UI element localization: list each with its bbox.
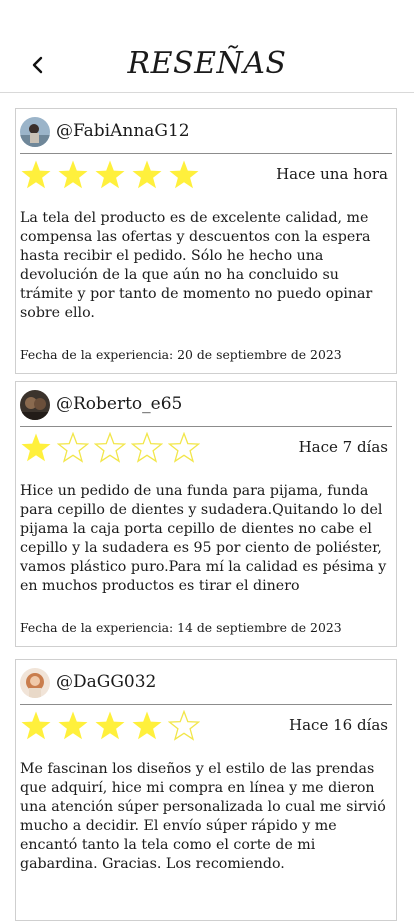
page-header: RESEÑAS xyxy=(0,0,414,93)
review-username[interactable]: @DaGG032 xyxy=(56,672,156,692)
star-filled-icon xyxy=(95,711,125,740)
star-filled-icon xyxy=(95,160,125,189)
review-date: Fecha de la experiencia: 14 de septiembr… xyxy=(20,620,342,635)
avatar[interactable] xyxy=(20,668,50,698)
star-filled-icon xyxy=(21,711,51,740)
avatar[interactable] xyxy=(20,390,50,420)
star-filled-icon xyxy=(169,160,199,189)
review-time: Hace 7 días xyxy=(298,438,388,456)
review-text: La tela del producto es de excelente cal… xyxy=(20,210,373,321)
review-user-row: @Roberto_e65 xyxy=(20,388,392,427)
review-user-row: @DaGG032 xyxy=(20,666,392,705)
review-text: Me fascinan los diseños y el estilo de l… xyxy=(20,761,386,872)
star-empty-icon xyxy=(94,432,126,463)
review-user-row: @FabiAnnaG12 xyxy=(20,115,392,154)
review-time: Hace una hora xyxy=(276,165,388,183)
star-empty-icon xyxy=(131,432,163,463)
review-time: Hace 16 días xyxy=(289,716,388,734)
review-card: @FabiAnnaG12 Hace una hora La tela del p… xyxy=(15,108,397,374)
star-filled-icon xyxy=(58,711,88,740)
star-rating xyxy=(20,432,205,468)
review-card: @DaGG032 Hace 16 días Me fascinan los di… xyxy=(15,659,397,921)
star-filled-icon xyxy=(21,433,51,462)
review-username[interactable]: @Roberto_e65 xyxy=(56,394,182,414)
star-rating xyxy=(20,159,205,195)
review-date: Fecha de la experiencia: 20 de septiembr… xyxy=(20,347,342,362)
star-filled-icon xyxy=(132,711,162,740)
star-empty-icon xyxy=(168,432,200,463)
review-card: @Roberto_e65 Hace 7 días Hice un pedido … xyxy=(15,381,397,647)
avatar[interactable] xyxy=(20,117,50,147)
star-empty-icon xyxy=(57,432,89,463)
star-filled-icon xyxy=(58,160,88,189)
review-text: Hice un pedido de una funda para pijama,… xyxy=(20,483,387,594)
star-empty-icon xyxy=(168,710,200,741)
page-title: RESEÑAS xyxy=(127,46,287,81)
star-rating xyxy=(20,710,205,746)
review-username[interactable]: @FabiAnnaG12 xyxy=(56,121,190,141)
star-filled-icon xyxy=(132,160,162,189)
star-filled-icon xyxy=(21,160,51,189)
